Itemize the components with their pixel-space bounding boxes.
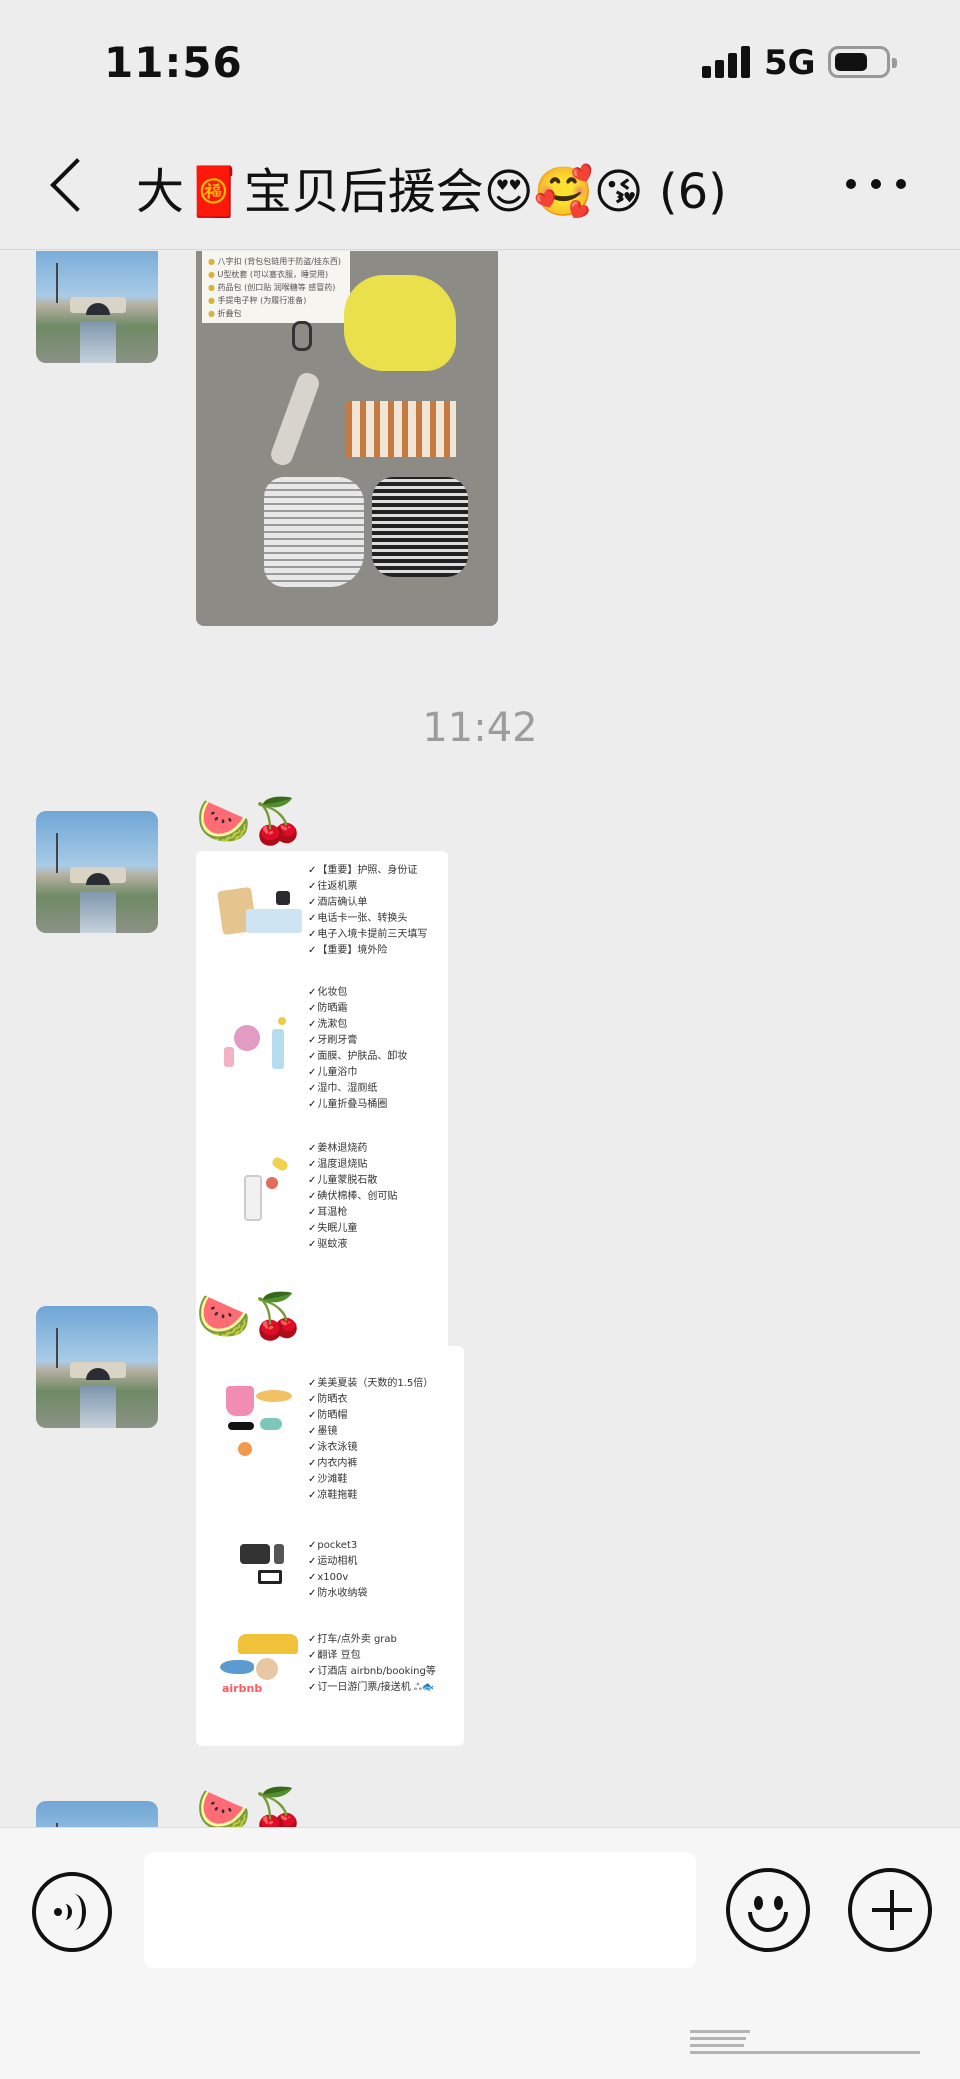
emoji-message[interactable]: 🍉🍒 bbox=[196, 1295, 306, 1339]
avatar[interactable] bbox=[36, 1306, 158, 1428]
message-list[interactable]: 八字扣 (背包包链用于防盗/挂东西) U型枕套 (可以塞衣服，睡觉用) 药品包 … bbox=[0, 251, 960, 1827]
status-time: 11:56 bbox=[104, 38, 243, 87]
image-message[interactable]: 八字扣 (背包包链用于防盗/挂东西) U型枕套 (可以塞衣服，睡觉用) 药品包 … bbox=[196, 251, 498, 626]
avatar[interactable] bbox=[36, 1801, 158, 1827]
voice-input-button[interactable] bbox=[32, 1872, 112, 1952]
yellow-bag bbox=[344, 275, 456, 371]
emoji-message[interactable]: 🍉🍒 bbox=[196, 800, 306, 844]
network-type: 5G bbox=[764, 43, 816, 83]
photo-note-card: 八字扣 (背包包链用于防盗/挂东西) U型枕套 (可以塞衣服，睡觉用) 药品包 … bbox=[202, 251, 350, 323]
back-button[interactable] bbox=[40, 150, 100, 220]
striped-pillow-black bbox=[372, 477, 468, 577]
striped-pillow-grey bbox=[264, 477, 364, 587]
status-bar: 11:56 5G bbox=[0, 0, 960, 120]
avatar[interactable] bbox=[36, 251, 158, 363]
summer-clothes-icon bbox=[216, 1376, 302, 1460]
passport-icon bbox=[216, 863, 302, 947]
battery-icon bbox=[828, 46, 897, 78]
travel-apps-icon: airbnb bbox=[216, 1632, 302, 1716]
emoji-message[interactable]: 🍉🍒 bbox=[196, 1790, 306, 1828]
emoji-button[interactable] bbox=[726, 1868, 810, 1952]
chat-header: 大🧧宝贝后援会😍🥰😘 (6) bbox=[0, 120, 960, 250]
camera-icon bbox=[216, 1538, 302, 1622]
airbnb-logo: airbnb bbox=[222, 1682, 263, 1695]
avatar[interactable] bbox=[36, 811, 158, 933]
carabiner bbox=[292, 321, 312, 351]
input-bar bbox=[0, 1827, 960, 2079]
watermark-icon bbox=[690, 2028, 920, 2056]
medicine-icon bbox=[216, 1141, 302, 1225]
scale bbox=[268, 370, 322, 468]
more-options-icon[interactable] bbox=[846, 164, 906, 204]
chat-title: 大🧧宝贝后援会😍🥰😘 (6) bbox=[136, 164, 727, 220]
more-functions-button[interactable] bbox=[848, 1868, 932, 1952]
medicine-pack bbox=[346, 401, 456, 457]
signal-icon bbox=[702, 46, 750, 78]
cosmetics-icon bbox=[216, 985, 302, 1069]
time-separator: 11:42 bbox=[422, 705, 538, 751]
message-input[interactable] bbox=[144, 1852, 696, 1968]
image-message[interactable]: 美美夏装（天数的1.5倍） 防晒衣 防晒帽 墨镜 泳衣泳镜 内衣内裤 沙滩鞋 凉… bbox=[196, 1346, 464, 1746]
